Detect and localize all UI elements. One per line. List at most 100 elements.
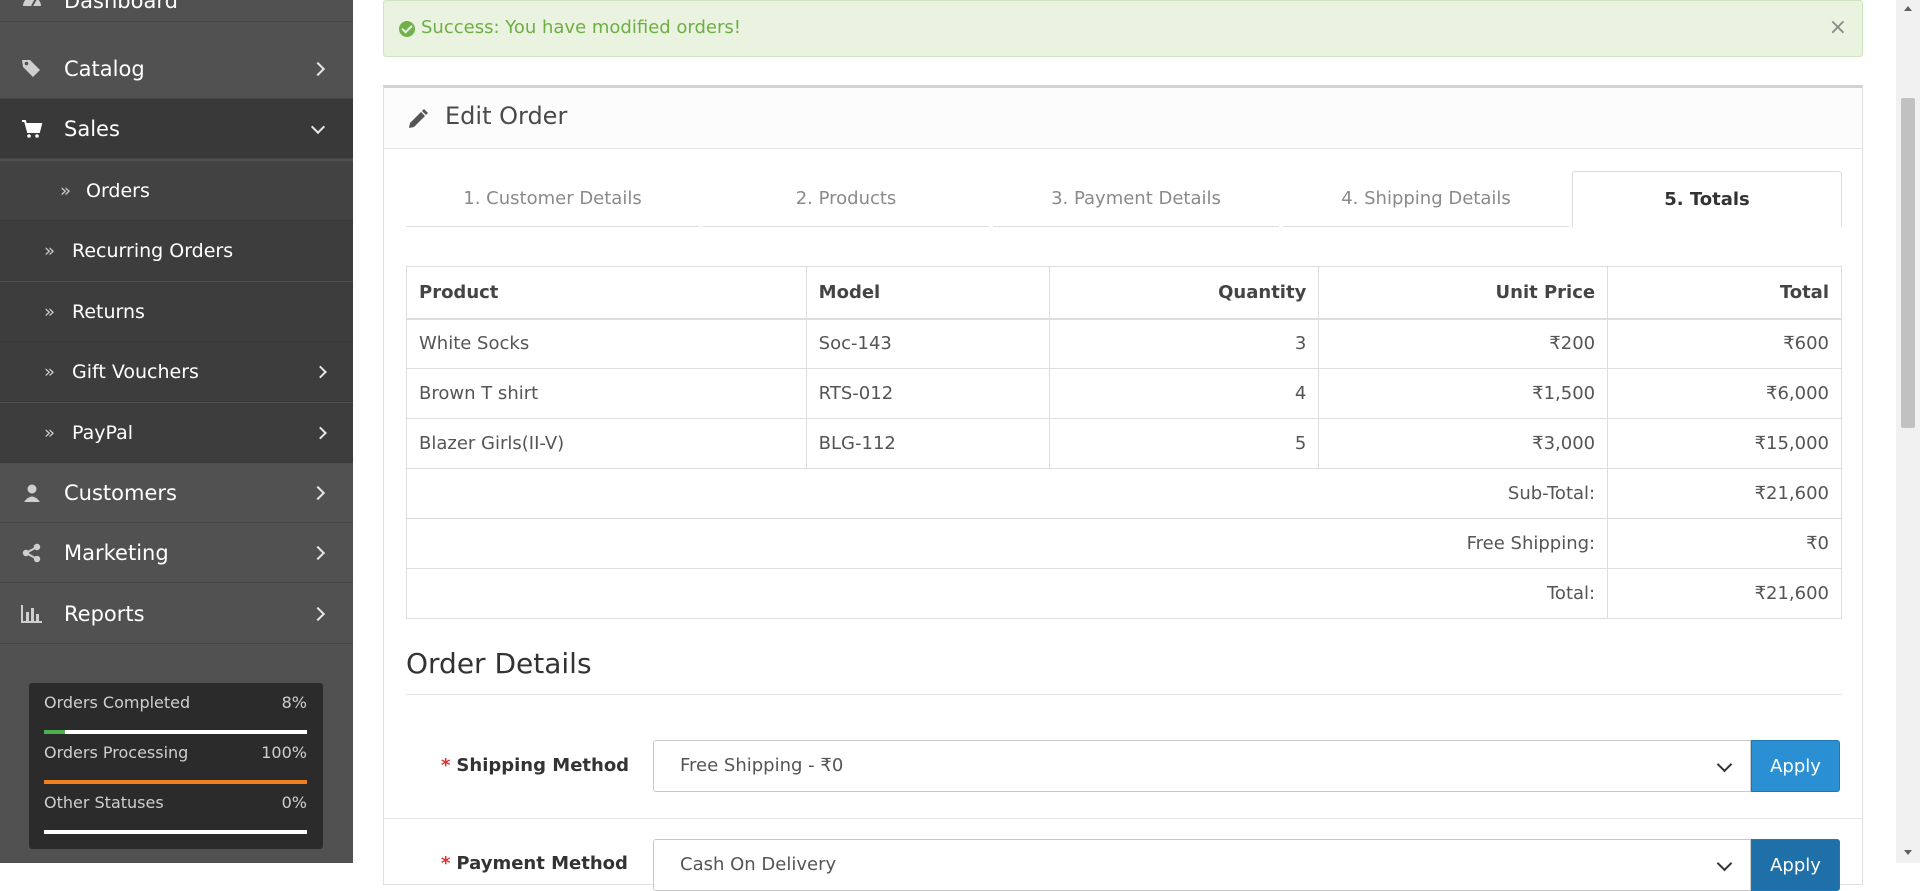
column-header-product: Product <box>406 266 807 320</box>
tab-payment-details[interactable]: 3. Payment Details <box>993 171 1279 227</box>
order-details-heading: Order Details <box>406 647 592 680</box>
tab-label: 2. Products <box>795 188 897 209</box>
stat-orders-processing: Orders Processing 100% <box>44 735 307 785</box>
cell-model: RTS-012 <box>805 368 1050 419</box>
cell-quantity: 4 <box>1048 368 1320 419</box>
sidebar-item-sales[interactable]: Sales <box>0 99 353 159</box>
sidebar-item-dashboard[interactable]: Dashboard <box>0 0 353 22</box>
cell-product: Brown T shirt <box>406 368 807 419</box>
shopping-cart-icon <box>20 117 44 141</box>
required-mark: * <box>441 755 451 776</box>
table-row: White Socks Soc-143 3 ₹200 ₹600 <box>406 318 1842 369</box>
sidebar-subitem-returns[interactable]: » Returns <box>0 282 353 342</box>
chevron-down-icon <box>310 119 326 134</box>
close-icon[interactable]: × <box>1829 15 1847 40</box>
select-value: Cash On Delivery <box>680 854 837 875</box>
cell-quantity: 5 <box>1048 418 1320 469</box>
cell-total: ₹6,000 <box>1607 368 1842 419</box>
panel-title: Edit Order <box>445 102 568 130</box>
sidebar-subitem-gift-vouchers[interactable]: » Gift Vouchers <box>0 342 353 402</box>
tab-label: 1. Customer Details <box>463 188 642 209</box>
cell-product: Blazer Girls(II-V) <box>406 418 807 469</box>
scrollbar-thumb[interactable] <box>1901 98 1915 428</box>
table-row: Blazer Girls(II-V) BLG-112 5 ₹3,000 ₹15,… <box>406 418 1842 469</box>
cell-total: ₹600 <box>1607 318 1842 369</box>
chevron-right-icon <box>310 545 326 560</box>
totals-row-subtotal: Sub-Total: ₹21,600 <box>405 468 1842 519</box>
required-mark: * <box>441 853 451 874</box>
chevron-right-icon <box>310 485 326 500</box>
shipping-method-label: * Shipping Method <box>441 755 629 776</box>
sidebar-subitem-recurring-orders[interactable]: » Recurring Orders <box>0 221 353 281</box>
stat-value: 100% <box>261 743 307 762</box>
tab-label: 3. Payment Details <box>1051 188 1221 209</box>
double-chevron-icon: » <box>44 301 56 322</box>
cell-product: White Socks <box>406 318 807 369</box>
success-alert: Success: You have modified orders! × <box>383 0 1863 57</box>
stat-progress-track <box>44 780 307 784</box>
field-label-text: Shipping Method <box>456 755 630 776</box>
stat-value: 8% <box>281 693 307 712</box>
chevron-right-icon <box>314 426 327 439</box>
scroll-up-arrow-icon[interactable] <box>1904 6 1912 11</box>
double-chevron-icon: » <box>44 422 56 443</box>
cell-unit-price: ₹3,000 <box>1318 418 1609 469</box>
totals-row-total: Total: ₹21,600 <box>405 568 1842 619</box>
chevron-right-icon <box>310 61 326 76</box>
totals-label: Total: <box>405 568 1609 619</box>
bar-chart-icon <box>20 602 44 626</box>
tab-shipping-details[interactable]: 4. Shipping Details <box>1283 171 1569 227</box>
apply-shipping-button[interactable]: Apply <box>1751 740 1840 792</box>
totals-label: Sub-Total: <box>405 468 1609 519</box>
cell-total: ₹15,000 <box>1607 418 1842 469</box>
sidebar-item-label: Catalog <box>64 56 145 81</box>
sidebar-item-label: Marketing <box>64 540 169 565</box>
check-circle-icon <box>399 21 415 37</box>
stat-label: Other Statuses <box>44 793 164 812</box>
sidebar-subitem-orders[interactable]: » Orders <box>0 161 353 221</box>
sidebar-item-label: Dashboard <box>64 0 178 13</box>
tab-customer-details[interactable]: 1. Customer Details <box>406 171 699 227</box>
cell-model: Soc-143 <box>805 318 1050 369</box>
sidebar-subitem-label: Orders <box>86 179 150 202</box>
sidebar-subitem-paypal[interactable]: » PayPal <box>0 403 353 463</box>
sidebar-item-reports[interactable]: Reports <box>0 584 353 644</box>
sidebar-subitem-label: PayPal <box>72 421 134 444</box>
sidebar-subitem-label: Recurring Orders <box>72 239 234 262</box>
payment-method-label: * Payment Method <box>441 853 628 874</box>
sidebar-item-catalog[interactable]: Catalog <box>0 39 353 99</box>
shipping-method-select[interactable]: Free Shipping - ₹0 <box>653 740 1751 792</box>
field-label-text: Payment Method <box>456 853 628 874</box>
sidebar-subitem-label: Gift Vouchers <box>72 360 199 383</box>
stat-progress-fill <box>44 780 307 784</box>
column-header-total: Total <box>1607 266 1842 320</box>
double-chevron-icon: » <box>44 240 56 261</box>
tab-products[interactable]: 2. Products <box>703 171 989 227</box>
cell-unit-price: ₹200 <box>1318 318 1609 369</box>
column-header-unit-price: Unit Price <box>1318 266 1609 320</box>
divider <box>384 818 1862 819</box>
sidebar-item-customers[interactable]: Customers <box>0 463 353 523</box>
sidebar-item-label: Sales <box>64 116 120 141</box>
scroll-down-arrow-icon[interactable] <box>1904 850 1912 855</box>
totals-label: Free Shipping: <box>405 518 1609 569</box>
totals-value: ₹0 <box>1607 518 1842 569</box>
sidebar-item-marketing[interactable]: Marketing <box>0 523 353 583</box>
tab-label: 4. Shipping Details <box>1341 188 1511 209</box>
stat-orders-completed: Orders Completed 8% <box>44 685 307 735</box>
apply-payment-button[interactable]: Apply <box>1751 839 1840 891</box>
share-icon <box>20 541 44 565</box>
tab-label: 5. Totals <box>1664 188 1750 210</box>
double-chevron-icon: » <box>44 361 56 382</box>
chevron-right-icon <box>314 365 327 378</box>
stat-progress-track <box>44 830 307 834</box>
totals-value: ₹21,600 <box>1607 568 1842 619</box>
payment-method-select[interactable]: Cash On Delivery <box>653 839 1751 891</box>
tags-icon <box>20 57 44 81</box>
page-scrollbar[interactable] <box>1896 0 1920 863</box>
tab-totals[interactable]: 5. Totals <box>1572 171 1842 227</box>
totals-value: ₹21,600 <box>1607 468 1842 519</box>
cell-quantity: 3 <box>1048 318 1320 369</box>
select-value: Free Shipping - ₹0 <box>680 755 844 776</box>
dashboard-icon <box>20 0 44 13</box>
